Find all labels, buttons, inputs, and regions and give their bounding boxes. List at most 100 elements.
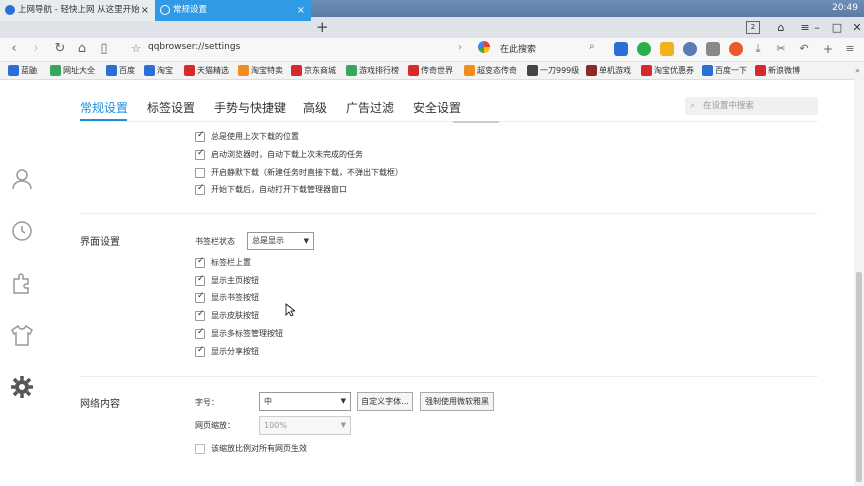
- checkbox-label: 显示皮肤按钮: [211, 311, 259, 320]
- bookmarks-more-icon[interactable]: »: [855, 66, 860, 75]
- bookmark-bar-select[interactable]: 总是显示 ▼: [247, 232, 314, 250]
- tab-ad-filter[interactable]: 广告过滤: [346, 99, 394, 116]
- wechat-icon[interactable]: [637, 42, 651, 56]
- extension-icon[interactable]: [660, 42, 674, 56]
- forward-icon[interactable]: ›: [28, 40, 44, 58]
- cut-icon[interactable]: ✂: [773, 40, 789, 58]
- undo-icon[interactable]: ↶: [796, 40, 812, 58]
- checkbox-show-home[interactable]: [195, 274, 205, 286]
- translate-icon[interactable]: [614, 42, 628, 56]
- bookmark-label: 淘宝优惠券: [654, 66, 694, 75]
- checkbox-resume-downloads[interactable]: [195, 148, 205, 160]
- bookmark-item[interactable]: 百度: [106, 64, 135, 77]
- tab-home[interactable]: 上网导航 - 轻快上网 从这里开始 ×: [0, 0, 155, 21]
- tab-security[interactable]: 安全设置: [413, 99, 461, 116]
- partial-button-edge: [453, 121, 499, 123]
- custom-font-button[interactable]: 自定义字体...: [357, 392, 413, 411]
- add-icon[interactable]: +: [820, 40, 836, 58]
- settings-search-placeholder: 在设置中搜索: [703, 101, 755, 111]
- tab-tab-settings[interactable]: 标签设置: [147, 99, 195, 116]
- zoom-select[interactable]: 100% ▼: [259, 416, 351, 435]
- tab-settings[interactable]: 常规设置 ×: [155, 0, 311, 21]
- star-icon[interactable]: ☆: [128, 40, 144, 58]
- screenshot-icon[interactable]: [706, 42, 720, 56]
- bookmark-item[interactable]: 一刀999级: [527, 64, 579, 77]
- mouse-cursor-icon: [285, 303, 295, 317]
- tab-gestures-shortcuts[interactable]: 手势与快捷键: [214, 99, 286, 116]
- checkbox-tabbar-top[interactable]: [195, 256, 205, 268]
- globe-icon: [5, 5, 15, 15]
- chevron-down-icon: ▼: [340, 397, 346, 405]
- checkbox-show-bookmark[interactable]: [195, 291, 205, 303]
- checkbox-show-tab-manager[interactable]: [195, 327, 205, 339]
- chevron-right-icon[interactable]: ›: [458, 42, 462, 53]
- font-size-select[interactable]: 中 ▼: [259, 392, 351, 411]
- tab-title: 常规设置: [173, 5, 208, 15]
- bookmark-item[interactable]: 京东商城: [291, 64, 336, 77]
- settings-search-input[interactable]: ⌕ 在设置中搜索: [685, 97, 818, 115]
- checkbox-show-skin[interactable]: [195, 309, 205, 321]
- bookmark-icon: [8, 65, 19, 76]
- checkbox-zoom-all-pages[interactable]: [195, 444, 205, 454]
- extension-icon[interactable]: [10, 271, 34, 295]
- bookmark-item[interactable]: 游戏排行榜: [346, 64, 399, 77]
- chevron-down-icon: ▼: [303, 237, 309, 245]
- checkbox-show-share[interactable]: [195, 345, 205, 357]
- close-icon[interactable]: ×: [297, 0, 305, 21]
- search-icon[interactable]: ⌕: [589, 41, 595, 52]
- bookmark-label: 天猫精选: [197, 66, 229, 75]
- checkbox-open-download-manager[interactable]: [195, 183, 205, 195]
- back-icon[interactable]: ‹: [6, 40, 22, 58]
- tab-advanced[interactable]: 高级: [303, 99, 327, 116]
- bookmark-item[interactable]: 淘宝特卖: [238, 64, 283, 77]
- bookmark-label: 游戏排行榜: [359, 66, 399, 75]
- select-value: 100%: [264, 421, 287, 430]
- skin-icon[interactable]: ⌂: [770, 17, 792, 38]
- checkbox-label: 开始下载后，自动打开下载管理器窗口: [211, 185, 347, 194]
- history-icon[interactable]: [10, 219, 34, 243]
- scrollbar-thumb[interactable]: [856, 272, 862, 482]
- bookmark-icon: [238, 65, 249, 76]
- search-input[interactable]: 在此搜索: [500, 42, 620, 55]
- globe-icon[interactable]: [683, 42, 697, 56]
- download-icon[interactable]: ⤓: [750, 40, 766, 58]
- bookmark-item[interactable]: 百度一下: [702, 64, 747, 77]
- checkbox-label: 显示分享按钮: [211, 347, 259, 356]
- refresh-icon[interactable]: ↻: [52, 40, 68, 58]
- user-icon[interactable]: [10, 167, 34, 191]
- url-input[interactable]: qqbrowser://settings: [148, 42, 240, 52]
- tab-general-settings[interactable]: 常规设置: [80, 99, 128, 116]
- checkbox-label: 标签栏上置: [211, 258, 251, 267]
- tab-count-badge[interactable]: 2: [746, 21, 760, 34]
- gear-icon[interactable]: [10, 375, 34, 399]
- bookmark-item[interactable]: 淘宝优惠券: [641, 64, 694, 77]
- menu-icon[interactable]: ≡: [842, 40, 858, 58]
- force-yahei-button[interactable]: 强制使用微软雅黑: [420, 392, 494, 411]
- bookmark-item[interactable]: 新浪微博: [755, 64, 800, 77]
- maximize-button[interactable]: □: [826, 17, 848, 38]
- bookmark-label: 淘宝特卖: [251, 66, 283, 75]
- checkbox-label: 总是使用上次下载的位置: [211, 132, 299, 141]
- bookmark-item[interactable]: 蓝鼬: [8, 64, 37, 77]
- game-icon[interactable]: [729, 42, 743, 56]
- close-window-button[interactable]: ✕: [846, 17, 864, 38]
- bookmark-item[interactable]: 天猫精选: [184, 64, 229, 77]
- checkbox-silent-download[interactable]: [195, 168, 205, 178]
- new-tab-button[interactable]: +: [316, 17, 329, 38]
- select-value: 中: [264, 397, 272, 406]
- reader-icon[interactable]: ▯: [96, 40, 112, 58]
- bookmark-item[interactable]: 网址大全: [50, 64, 95, 77]
- google-icon[interactable]: [478, 41, 490, 53]
- skin-icon[interactable]: [10, 323, 34, 347]
- bookmark-item[interactable]: 淘宝: [144, 64, 173, 77]
- bookmark-item[interactable]: 超变态传奇: [464, 64, 517, 77]
- checkbox-use-last-location[interactable]: [195, 130, 205, 142]
- home-icon[interactable]: ⌂: [74, 40, 90, 58]
- clock: 20:49: [832, 3, 858, 13]
- bookmark-item[interactable]: 单机游戏: [586, 64, 631, 77]
- section-divider: [80, 213, 818, 214]
- minimize-button[interactable]: –: [806, 17, 828, 38]
- bookmark-label: 超变态传奇: [477, 66, 517, 75]
- close-icon[interactable]: ×: [141, 0, 149, 21]
- bookmark-item[interactable]: 传奇世界: [408, 64, 453, 77]
